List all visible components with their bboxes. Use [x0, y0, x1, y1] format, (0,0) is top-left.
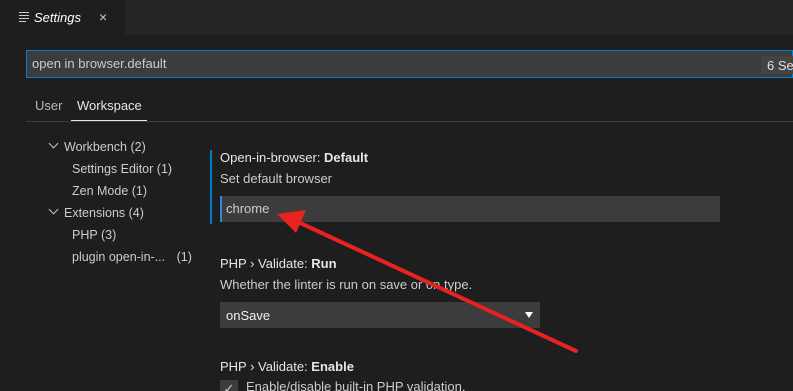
annotation-arrow [277, 210, 578, 353]
arrow-shaft [296, 220, 578, 353]
settings-editor: Settings × open in browser.default 6 Se … [0, 0, 793, 391]
